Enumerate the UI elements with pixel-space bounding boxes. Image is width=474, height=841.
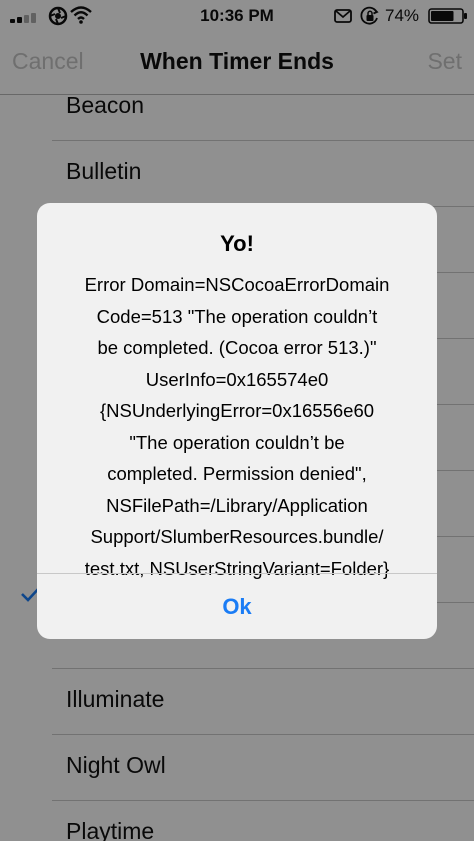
alert-dialog: Yo! Error Domain=NSCocoaErrorDomain Code… xyxy=(37,203,437,639)
alert-message-line: Error Domain=NSCocoaErrorDomain xyxy=(84,274,390,295)
alert-message-line: Code=513 "The operation couldn’t xyxy=(96,305,378,327)
alert-message: Error Domain=NSCocoaErrorDomain Code=513… xyxy=(51,269,423,584)
alert-message-line: {NSUnderlyingError=0x16556e60 xyxy=(99,400,375,421)
alert-title: Yo! xyxy=(220,231,254,256)
alert-message-line: NSFilePath=/Library/Application xyxy=(106,494,368,516)
alert-message-line: completed. Permission denied", xyxy=(107,463,367,484)
alert-message-line: UserInfo=0x165574e0 xyxy=(145,368,329,390)
ok-button[interactable]: Ok xyxy=(37,574,437,639)
alert-message-line: be completed. (Cocoa error 513.)" xyxy=(97,337,377,358)
alert-message-line: "The operation couldn’t be xyxy=(129,431,345,453)
alert-message-line: Support/SlumberResources.bundle/ xyxy=(90,526,384,547)
